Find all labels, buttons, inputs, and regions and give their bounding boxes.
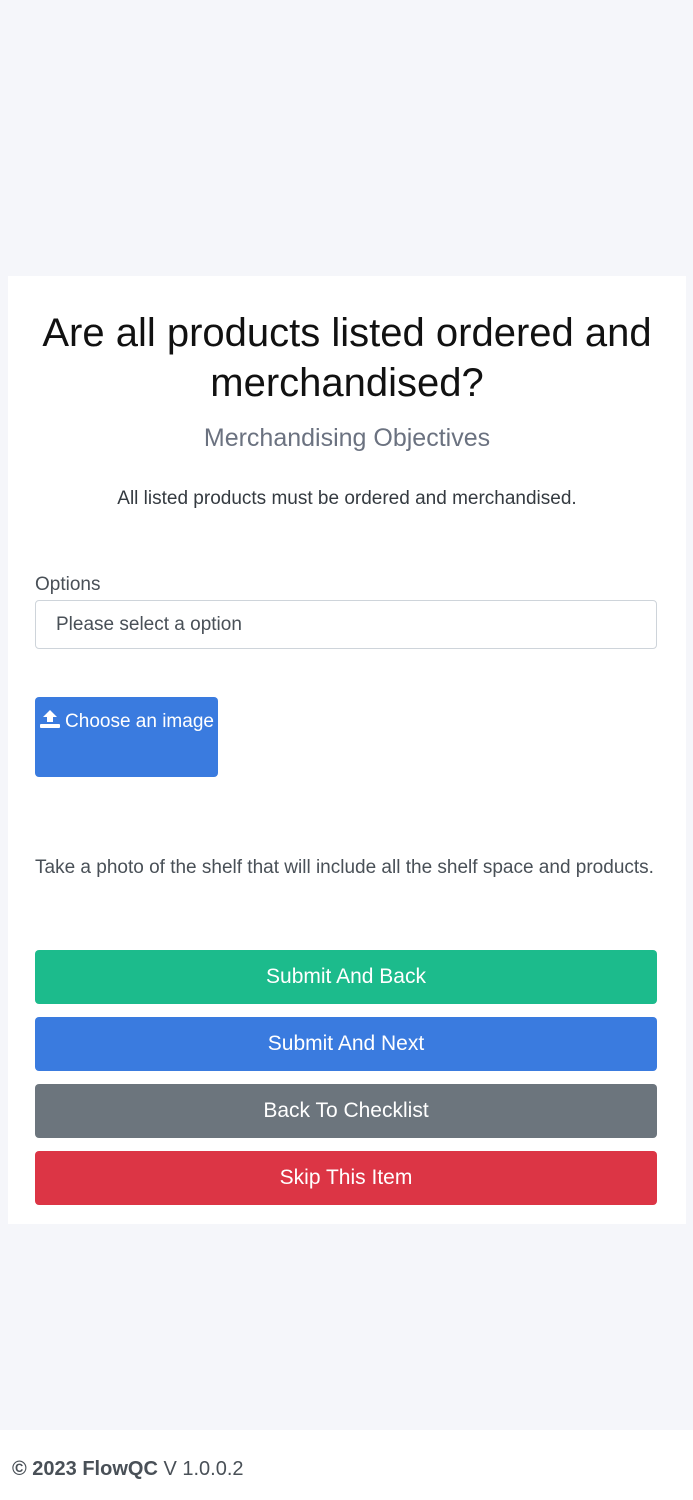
question-category: Merchandising Objectives <box>203 424 491 452</box>
question-card: Are all products listed ordered and merc… <box>8 276 686 1224</box>
options-select-value: Please select a option <box>56 613 242 635</box>
footer-version: V 1.0.0.2 <box>163 1458 244 1480</box>
photo-hint: Take a photo of the shelf that will incl… <box>35 857 654 878</box>
question-description: All listed products must be ordered and … <box>117 488 577 509</box>
footer-copyright: © 2023 FlowQC <box>12 1458 158 1480</box>
submit-and-back-button[interactable]: Submit And Back <box>35 950 657 1004</box>
choose-image-button[interactable]: Choose an image <box>35 697 218 777</box>
skip-item-button[interactable]: Skip This Item <box>35 1151 657 1205</box>
page: Are all products listed ordered and merc… <box>0 0 693 1500</box>
options-label: Options <box>35 574 101 595</box>
upload-icon <box>40 710 61 728</box>
choose-image-label: Choose an image <box>65 711 214 732</box>
back-to-checklist-button[interactable]: Back To Checklist <box>35 1084 657 1138</box>
question-title: Are all products listed ordered and merc… <box>42 311 652 405</box>
footer: © 2023 FlowQC V 1.0.0.2 <box>0 1430 693 1500</box>
submit-and-next-button[interactable]: Submit And Next <box>35 1017 657 1071</box>
options-select[interactable]: Please select a option <box>35 600 657 649</box>
